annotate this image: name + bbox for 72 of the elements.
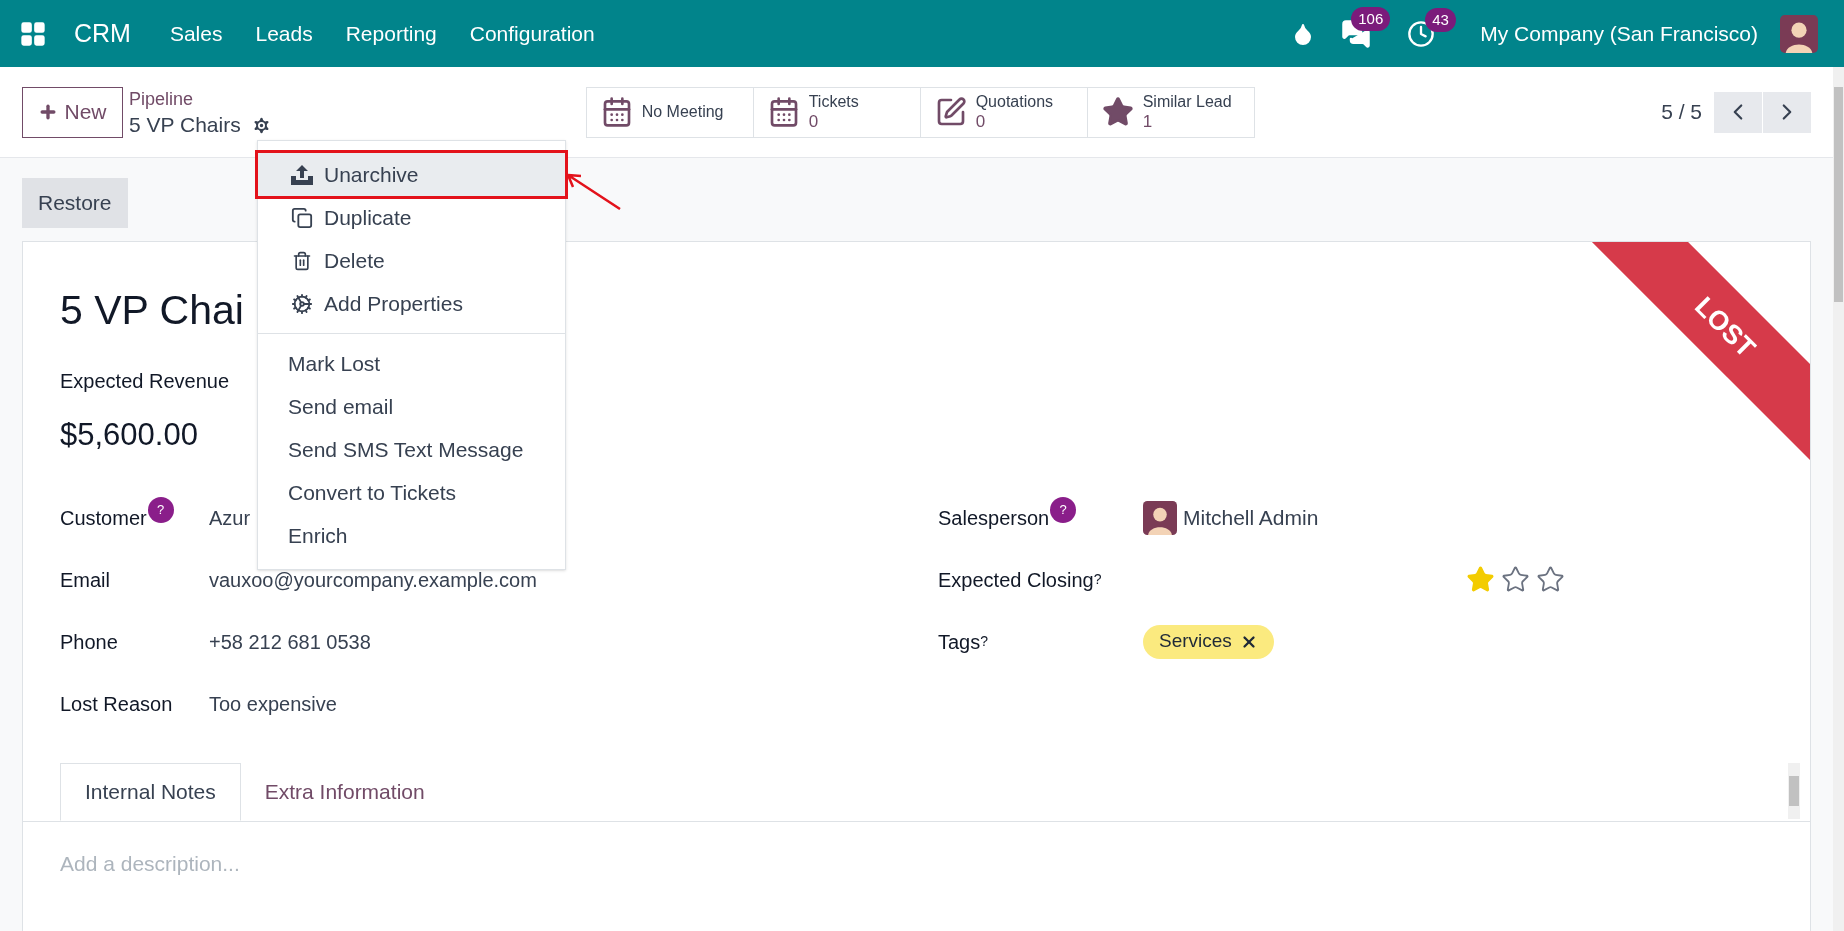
avatar-icon	[1780, 14, 1818, 53]
dropdown-item[interactable]: Convert to Tickets	[258, 471, 565, 514]
stat-label: Tickets	[808, 92, 859, 112]
stat-button[interactable]: No Meeting	[585, 86, 754, 138]
stat-button[interactable]: Tickets 0	[752, 86, 921, 138]
page-scrollbar[interactable]	[1833, 67, 1844, 931]
stat-label: Quotations	[975, 92, 1054, 112]
menu-item[interactable]: Leads	[240, 17, 328, 50]
tag-chip: Services	[1143, 624, 1274, 659]
help-mark[interactable]: ?	[980, 632, 989, 649]
upload-tray-icon	[290, 163, 314, 186]
record-name: 5 VP Chairs	[129, 112, 241, 138]
priority-stars[interactable]	[1466, 565, 1565, 594]
field-label: Tags	[938, 629, 981, 655]
message-count-badge: 106	[1351, 6, 1391, 31]
field-label: Expected Closing	[938, 567, 1094, 593]
field-value: vauxoo@yourcompany.example.com	[209, 567, 537, 593]
form-tab[interactable]: Internal Notes	[60, 762, 241, 821]
menu-item[interactable]: Sales	[154, 17, 238, 50]
company-name[interactable]: My Company (San Francisco)	[1480, 17, 1758, 50]
next-button[interactable]	[1763, 91, 1811, 133]
stat-value: 0	[975, 112, 987, 132]
star-icon	[1101, 96, 1134, 128]
dropdown-item[interactable]: Unarchive	[258, 153, 565, 196]
pager-counter: 5 / 5	[1661, 99, 1702, 126]
field-value[interactable]: Mitchell Admin	[1183, 501, 1319, 534]
field-value: Too expensive	[209, 691, 337, 717]
gears-icon	[291, 292, 313, 315]
field-label: Expected Revenue	[60, 369, 229, 394]
activity-count-badge: 43	[1425, 7, 1456, 32]
dropdown-item[interactable]: Duplicate	[258, 196, 565, 239]
field-label: Email	[60, 567, 110, 593]
dropdown-item[interactable]: Mark Lost	[258, 342, 565, 385]
stat-value: 0	[808, 112, 820, 132]
help-badge[interactable]: ?	[1050, 496, 1077, 523]
star-icon[interactable]	[1536, 565, 1565, 594]
menu-item[interactable]: Reporting	[330, 17, 452, 50]
field-label: Lost Reason	[60, 691, 173, 717]
field-label: Customer	[60, 505, 147, 531]
stat-button[interactable]: Similar Lead 1	[1086, 86, 1255, 138]
star-icon[interactable]	[1466, 565, 1495, 594]
trash-icon	[292, 250, 312, 271]
stat-label: Similar Lead	[1142, 92, 1232, 112]
field-value: +58 212 681 0538	[209, 629, 371, 655]
stat-value: 1	[1142, 112, 1154, 132]
stat-button[interactable]: Quotations 0	[919, 86, 1088, 138]
breadcrumb-link[interactable]: Pipeline	[129, 86, 272, 112]
field-label: Phone	[60, 629, 118, 655]
scrollbar[interactable]	[1788, 762, 1800, 819]
dropdown-item[interactable]: Add Properties	[258, 282, 565, 325]
help-mark[interactable]: ?	[1093, 570, 1102, 587]
menu-item[interactable]: Configuration	[454, 17, 610, 50]
field-label: Salesperson	[938, 505, 1050, 531]
avatar-icon	[1143, 500, 1177, 535]
copy-icon	[291, 206, 313, 229]
dropdown-item[interactable]: Enrich	[258, 514, 565, 557]
help-badge[interactable]: ?	[147, 496, 174, 523]
record-title: 5 VP Chai	[60, 286, 244, 334]
annotation-arrow	[565, 172, 621, 210]
new-button[interactable]: New	[22, 86, 123, 138]
dropdown-item[interactable]: Delete	[258, 239, 565, 282]
app-name[interactable]: CRM	[74, 14, 131, 53]
field-value: Azur	[209, 505, 251, 531]
dropdown-item[interactable]: Send email	[258, 385, 565, 428]
star-icon[interactable]	[1501, 565, 1530, 594]
revenue-amount: $5,600.00	[60, 416, 198, 454]
dropdown-item[interactable]: Send SMS Text Message	[258, 428, 565, 471]
stat-label: No Meeting	[641, 102, 724, 122]
previous-button[interactable]	[1714, 91, 1762, 133]
form-tab[interactable]: Extra Information	[240, 762, 449, 821]
restore-button[interactable]: Restore	[22, 178, 128, 228]
apps-menu-icon[interactable]	[19, 19, 47, 48]
